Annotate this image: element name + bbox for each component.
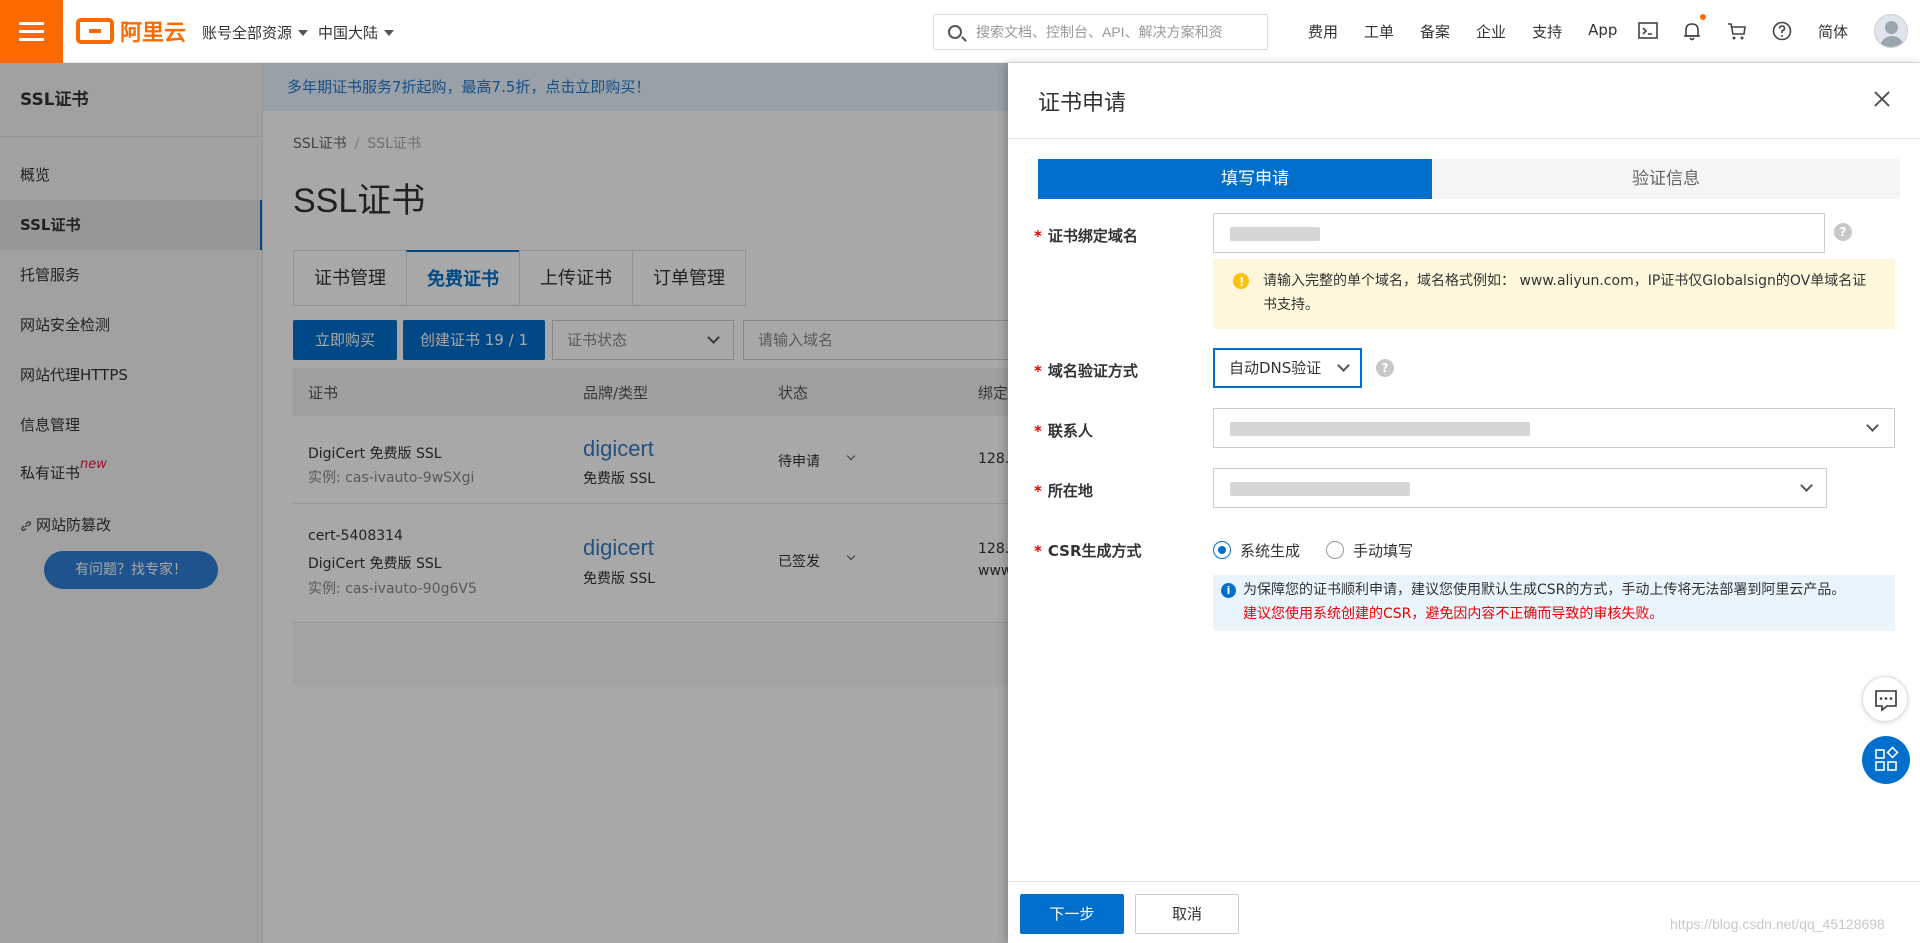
account-scope-label: 账号全部资源 xyxy=(202,24,293,42)
apps-float-button[interactable] xyxy=(1862,736,1910,784)
logo-mark-icon xyxy=(76,18,114,44)
field-label-text: CSR生成方式 xyxy=(1047,542,1142,560)
redacted-value xyxy=(1230,482,1410,496)
notification-dot xyxy=(1700,14,1706,20)
chevron-down-icon xyxy=(384,29,395,36)
warning-icon xyxy=(1233,270,1249,294)
csr-manual-label[interactable]: 手动填写 xyxy=(1353,540,1413,561)
cart-icon[interactable] xyxy=(1726,20,1748,42)
cancel-button[interactable]: 取消 xyxy=(1135,894,1239,934)
location-select[interactable] xyxy=(1213,468,1827,508)
field-label-text: 所在地 xyxy=(1047,482,1093,500)
field-label-text: 证书绑定域名 xyxy=(1047,227,1138,245)
avatar[interactable] xyxy=(1874,14,1908,48)
question-icon[interactable]: ? xyxy=(1376,359,1394,377)
brand-name: 阿里云 xyxy=(120,21,187,46)
step-fill-application: 填写申请 xyxy=(1038,159,1452,199)
csr-system-label[interactable]: 系统生成 xyxy=(1240,540,1300,561)
chat-float-button[interactable] xyxy=(1862,676,1908,722)
chevron-down-icon xyxy=(1337,359,1350,372)
watermark: https://blog.csdn.net/qq_45128698 xyxy=(1670,916,1885,932)
verify-method-select[interactable]: 自动DNS验证 xyxy=(1213,348,1362,388)
aliyun-logo[interactable]: 阿里云 xyxy=(76,15,186,47)
menu-icon[interactable] xyxy=(0,0,63,63)
field-label-text: 域名验证方式 xyxy=(1047,362,1138,380)
nav-tickets[interactable]: 工单 xyxy=(1364,21,1394,42)
nav-support[interactable]: 支持 xyxy=(1532,21,1562,42)
nav-app[interactable]: App xyxy=(1588,21,1617,42)
drawer-divider xyxy=(1008,138,1920,139)
step-verify-info: 验证信息 xyxy=(1432,159,1900,199)
global-search xyxy=(933,14,1268,50)
question-icon[interactable]: ? xyxy=(1834,223,1852,241)
cert-apply-drawer: 证书申请 填写申请 验证信息 *证书绑定域名 ? 请输入完整的单个域名，域名格式… xyxy=(1008,63,1920,943)
drawer-title: 证书申请 xyxy=(1038,91,1127,116)
terminal-icon[interactable] xyxy=(1637,20,1659,42)
language-switch[interactable]: 简体 xyxy=(1818,21,1848,42)
region-label: 中国大陆 xyxy=(318,24,379,42)
search-input[interactable] xyxy=(974,20,1259,44)
domain-tip-text: 请输入完整的单个域名，域名格式例如： www.aliyun.com，IP证书仅G… xyxy=(1263,273,1867,313)
contact-select[interactable] xyxy=(1213,408,1895,448)
chevron-down-icon xyxy=(1800,479,1813,492)
apps-icon xyxy=(1875,746,1899,771)
account-scope-select[interactable]: 账号全部资源 xyxy=(202,22,309,43)
top-nav-links: 费用 工单 备案 企业 支持 App xyxy=(1308,21,1643,42)
top-navbar: 阿里云 账号全部资源 中国大陆 费用 工单 备案 企业 支持 App 简体 xyxy=(0,0,1920,63)
search-icon xyxy=(948,25,962,39)
redacted-value xyxy=(1230,227,1320,241)
csr-info-notice: i 为保障您的证书顺利申请，建议您使用默认生成CSR的方式，手动上传将无法部署到… xyxy=(1213,575,1895,631)
drawer-footer: 下一步 取消 https://blog.csdn.net/qq_45128698 xyxy=(1008,881,1920,943)
bell-icon[interactable] xyxy=(1681,20,1703,42)
location-label: * 所在地 xyxy=(1034,482,1093,500)
verify-method-label: * 域名验证方式 xyxy=(1034,362,1138,380)
csr-warning-text: 建议您使用系统创建的CSR，避免因内容不正确而导致的审核失败。 xyxy=(1243,606,1664,622)
info-icon: i xyxy=(1221,583,1236,598)
nav-fees[interactable]: 费用 xyxy=(1308,21,1338,42)
field-label-text: 联系人 xyxy=(1047,422,1093,440)
domain-field-label: * 证书绑定域名 xyxy=(1034,227,1138,245)
next-step-button[interactable]: 下一步 xyxy=(1020,894,1124,934)
csr-manual-radio[interactable] xyxy=(1326,541,1344,559)
verify-method-value: 自动DNS验证 xyxy=(1229,359,1322,377)
csr-system-radio[interactable] xyxy=(1213,541,1231,559)
chevron-down-icon xyxy=(298,29,309,36)
chat-icon xyxy=(1875,690,1897,712)
help-icon[interactable] xyxy=(1771,20,1793,42)
csr-method-label: * CSR生成方式 xyxy=(1034,542,1142,560)
domain-input[interactable] xyxy=(1213,213,1825,253)
contact-label: * 联系人 xyxy=(1034,422,1093,440)
csr-info-text: 为保障您的证书顺利申请，建议您使用默认生成CSR的方式，手动上传将无法部署到阿里… xyxy=(1243,582,1846,598)
nav-icp[interactable]: 备案 xyxy=(1420,21,1450,42)
redacted-value xyxy=(1230,422,1530,436)
domain-tip: 请输入完整的单个域名，域名格式例如： www.aliyun.com，IP证书仅G… xyxy=(1213,259,1895,329)
nav-enterprise[interactable]: 企业 xyxy=(1476,21,1506,42)
chevron-down-icon xyxy=(1866,419,1879,432)
close-icon[interactable] xyxy=(1870,87,1894,111)
region-select[interactable]: 中国大陆 xyxy=(318,22,395,43)
